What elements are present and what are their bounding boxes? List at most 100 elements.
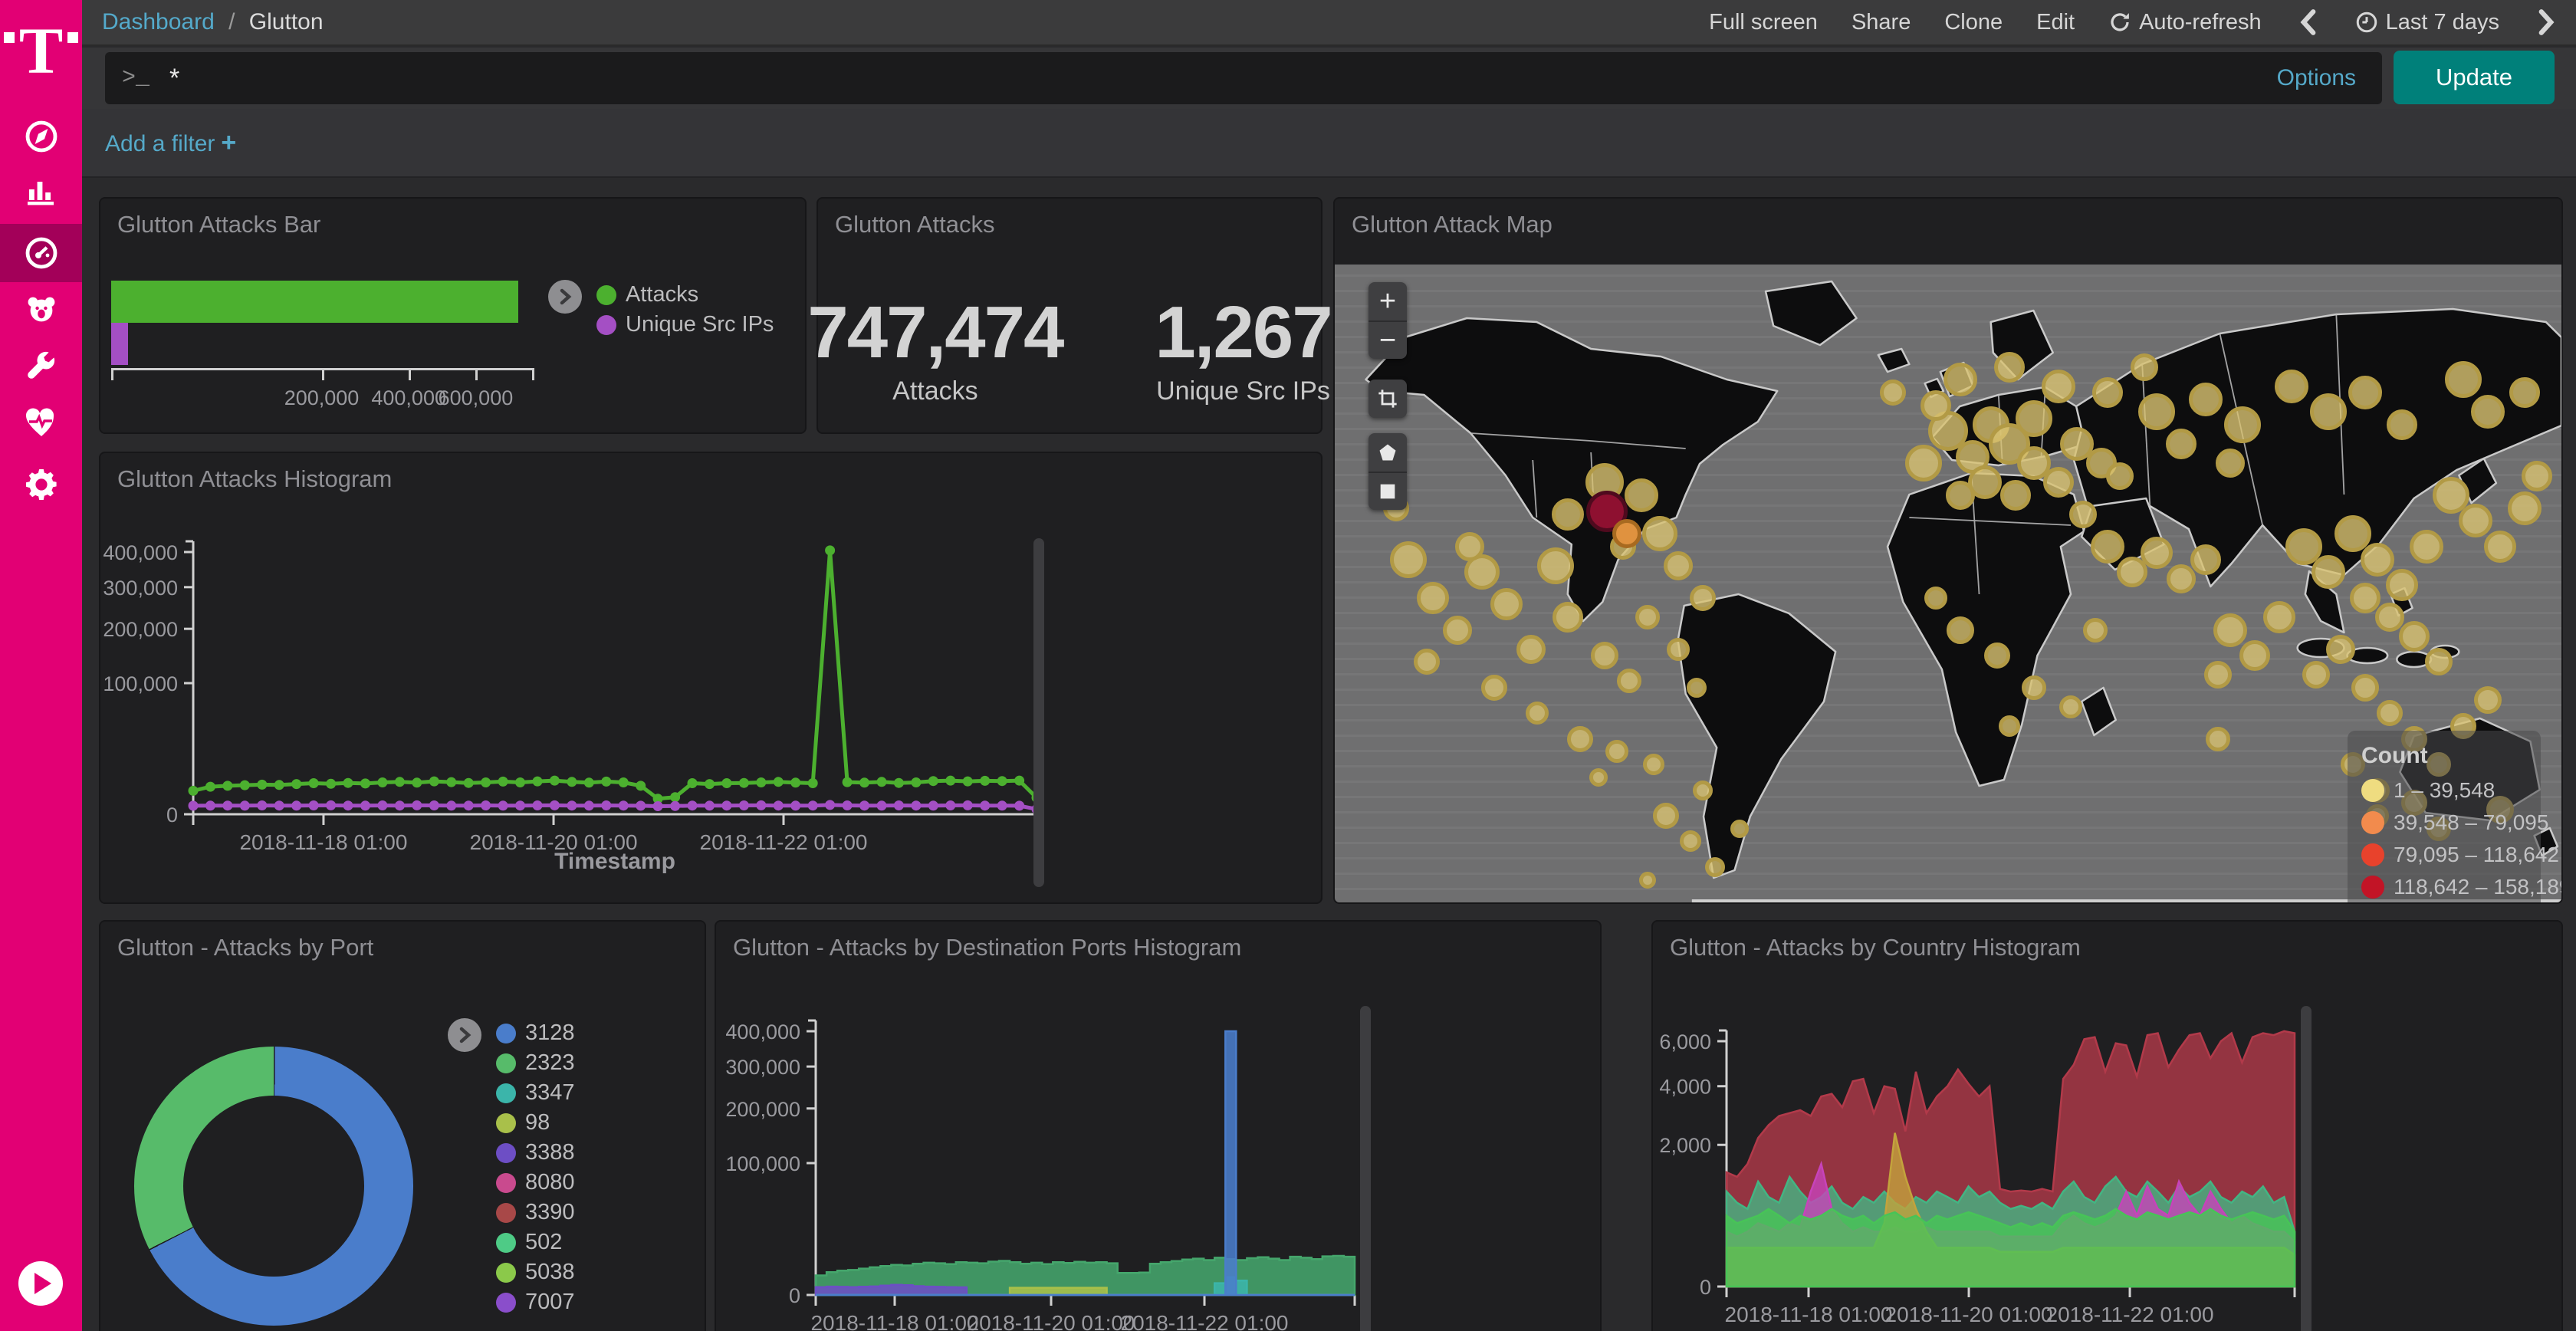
map-dot[interactable] xyxy=(1643,754,1664,775)
breadcrumb-dashboard-link[interactable]: Dashboard xyxy=(102,9,215,35)
map-dot[interactable] xyxy=(2351,674,2379,702)
auto-refresh-button[interactable]: Auto-refresh xyxy=(2108,10,2262,35)
map-dot[interactable] xyxy=(1589,768,1608,787)
clone-button[interactable]: Clone xyxy=(1944,10,2003,35)
map-dot[interactable] xyxy=(1481,675,1507,701)
map-dot[interactable] xyxy=(1567,726,1593,752)
map-dot[interactable] xyxy=(1690,585,1716,611)
map-dot[interactable] xyxy=(1537,547,1574,584)
legend-item[interactable]: 98 xyxy=(496,1112,575,1134)
sidebar-item-monitoring[interactable] xyxy=(0,393,82,452)
map-dot[interactable] xyxy=(2059,695,2082,718)
map-dot[interactable] xyxy=(2138,393,2175,430)
map-dot[interactable] xyxy=(1390,541,1427,578)
legend-toggle-button[interactable] xyxy=(548,280,582,314)
zoom-in-button[interactable]: + xyxy=(1368,282,1407,320)
legend-item[interactable]: 8080 xyxy=(496,1172,575,1194)
map-dot[interactable] xyxy=(2361,543,2394,577)
time-picker-button[interactable]: Last 7 days xyxy=(2355,10,2499,35)
draw-rectangle-button[interactable] xyxy=(1368,472,1407,510)
map-dot[interactable] xyxy=(2106,462,2134,490)
map-dot[interactable] xyxy=(1639,872,1656,889)
map-dot[interactable] xyxy=(1667,638,1690,661)
map-dot[interactable] xyxy=(2042,370,2075,403)
map-dot[interactable] xyxy=(2386,569,2418,601)
legend-item[interactable]: 7007 xyxy=(496,1291,575,1313)
edit-button[interactable]: Edit xyxy=(2036,10,2075,35)
map-dot[interactable] xyxy=(1526,702,1549,725)
fit-bounds-icon-button[interactable] xyxy=(1368,380,1407,418)
map-dot[interactable] xyxy=(2326,635,2355,664)
map-dot[interactable] xyxy=(1924,587,1947,610)
map-dot[interactable] xyxy=(1552,498,1584,531)
bar-Attacks[interactable] xyxy=(111,281,518,323)
map-dot[interactable] xyxy=(1880,380,1906,406)
map-dot[interactable] xyxy=(1443,616,1472,645)
map-dot[interactable] xyxy=(1455,532,1484,561)
map-dot[interactable] xyxy=(2522,461,2552,491)
map-dot[interactable] xyxy=(1946,481,1975,510)
map-dot[interactable] xyxy=(2350,583,2380,613)
map-dot[interactable] xyxy=(2083,618,2108,642)
map-dot[interactable] xyxy=(2190,544,2221,575)
map-dot[interactable] xyxy=(2016,400,2052,437)
zoom-out-button[interactable]: − xyxy=(1368,320,1407,359)
map-dot[interactable] xyxy=(1617,669,1641,693)
sidebar-item-discover[interactable] xyxy=(0,107,82,166)
map-dot[interactable] xyxy=(1625,478,1658,512)
map-dot[interactable] xyxy=(2425,648,2453,675)
map-dot[interactable] xyxy=(2484,531,2516,563)
time-forward-button[interactable] xyxy=(2533,7,2559,38)
map-dot[interactable] xyxy=(1414,649,1440,675)
bar-Unique Src IPs[interactable] xyxy=(111,323,128,365)
tmobile-logo[interactable]: T xyxy=(0,21,82,98)
map-dot[interactable] xyxy=(1687,678,1707,698)
sidebar-item-management[interactable] xyxy=(0,455,82,514)
sidebar-collapse-button[interactable] xyxy=(18,1261,63,1306)
map-dot[interactable] xyxy=(1635,605,1660,629)
map-dot[interactable] xyxy=(1999,715,2020,737)
legend-toggle-button[interactable] xyxy=(448,1018,481,1052)
share-button[interactable]: Share xyxy=(1852,10,1911,35)
map-dot[interactable] xyxy=(2508,491,2542,525)
map-dot[interactable] xyxy=(2216,449,2245,478)
legend-item[interactable]: Attacks xyxy=(596,284,774,306)
map-dot[interactable] xyxy=(2204,661,2232,689)
legend-scrollbar[interactable] xyxy=(1033,538,1044,887)
legend-item[interactable]: Unique Src IPs xyxy=(596,314,774,336)
map-dot[interactable] xyxy=(2224,406,2261,443)
map-dot[interactable] xyxy=(1994,352,2025,383)
legend-item[interactable]: 502 xyxy=(496,1231,575,1254)
map-dot[interactable] xyxy=(2239,640,2270,671)
map-dot[interactable] xyxy=(1417,582,1449,614)
map-dot[interactable] xyxy=(2022,675,2046,700)
map-dot[interactable] xyxy=(1516,635,1546,664)
map-dot[interactable] xyxy=(2069,501,2097,528)
map-dot[interactable] xyxy=(1905,445,1942,481)
map-dot[interactable] xyxy=(2348,376,2382,409)
map-dot[interactable] xyxy=(1921,390,1951,421)
map-dot[interactable] xyxy=(2377,700,2403,726)
map-dot[interactable] xyxy=(2387,409,2417,440)
map-dot[interactable] xyxy=(2445,361,2482,398)
map-dot[interactable] xyxy=(2166,429,2196,459)
map-dot[interactable] xyxy=(1680,830,1701,852)
map-dot[interactable] xyxy=(2189,383,2223,416)
map-dot[interactable] xyxy=(1705,857,1725,877)
map-dot[interactable] xyxy=(1605,740,1628,763)
map-dot[interactable] xyxy=(2213,613,2247,647)
legend-item[interactable]: 3128 xyxy=(496,1022,575,1044)
map-dot[interactable] xyxy=(2459,504,2492,537)
map-dot[interactable] xyxy=(2275,370,2308,403)
map-dot[interactable] xyxy=(2310,393,2347,430)
map-dot[interactable] xyxy=(1984,642,2010,669)
map-dot[interactable] xyxy=(2471,395,2505,429)
search-input[interactable]: >_ * Options xyxy=(105,52,2382,104)
map-dot[interactable] xyxy=(2091,530,2124,564)
map-dot[interactable] xyxy=(2206,727,2230,751)
map-dot[interactable] xyxy=(1944,363,1977,396)
legend-item[interactable]: 2323 xyxy=(496,1052,575,1074)
map-dot[interactable] xyxy=(1612,519,1641,548)
map-dot[interactable] xyxy=(2263,601,2295,633)
map-dot[interactable] xyxy=(2092,377,2123,408)
